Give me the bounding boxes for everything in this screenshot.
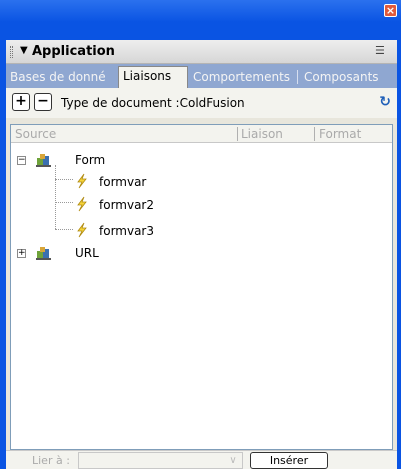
tree-node-formvar2[interactable]: formvar2 <box>99 196 154 214</box>
add-binding-button[interactable]: + <box>12 93 30 111</box>
bind-to-select[interactable]: ∨ <box>78 452 243 469</box>
collapse-form-toggle[interactable]: − <box>17 156 26 165</box>
column-separator[interactable] <box>314 127 315 141</box>
tab-liaisons[interactable]: Liaisons <box>118 66 188 88</box>
remove-binding-button[interactable]: − <box>34 93 52 111</box>
lightning-icon <box>77 173 87 189</box>
data-source-icon <box>36 154 51 167</box>
refresh-icon[interactable]: ↻ <box>379 94 391 110</box>
tab-separator <box>297 70 298 84</box>
column-format[interactable]: Format <box>319 126 361 142</box>
tree-node-form[interactable]: Form <box>75 151 105 169</box>
tree-node-formvar[interactable]: formvar <box>99 173 146 191</box>
tree-node-formvar3[interactable]: formvar3 <box>99 222 154 240</box>
close-button[interactable]: × <box>384 4 397 17</box>
tab-comportements[interactable]: Comportements <box>189 68 296 88</box>
window-titlebar[interactable]: × <box>0 0 401 22</box>
tree-line <box>55 202 73 203</box>
data-source-icon <box>36 247 51 260</box>
insert-button[interactable]: Insérer <box>250 452 328 469</box>
tree-node-url[interactable]: URL <box>75 244 99 262</box>
bindings-tree[interactable]: Source Liaison Format − Form formvar for… <box>10 124 393 450</box>
tree-line <box>55 229 73 230</box>
tab-composants[interactable]: Composants <box>300 68 390 88</box>
bind-to-label: Lier à : <box>32 454 70 467</box>
column-binding[interactable]: Liaison <box>241 126 283 142</box>
tab-bar: Bases de donné Liaisons Comportements Co… <box>6 64 397 88</box>
collapse-arrow-icon[interactable]: ▼ <box>20 45 28 56</box>
chevron-down-icon[interactable]: ∨ <box>226 454 240 467</box>
lightning-icon <box>77 196 87 212</box>
expand-url-toggle[interactable]: + <box>17 249 26 258</box>
column-source[interactable]: Source <box>15 126 56 142</box>
tree-line <box>55 179 73 180</box>
panel-window: × ▼ Application ☰ Bases de donné Liaison… <box>0 0 401 469</box>
column-separator[interactable] <box>237 127 238 141</box>
document-type-label: Type de document :ColdFusion <box>61 96 245 110</box>
panel-title[interactable]: Application <box>32 44 115 59</box>
bindings-toolbar: + − Type de document :ColdFusion ↻ <box>6 88 397 118</box>
tab-bases-de-donnees[interactable]: Bases de donné <box>6 68 117 88</box>
panel-options-icon[interactable]: ☰ <box>375 45 389 59</box>
panel-header[interactable]: ▼ Application ☰ <box>6 40 397 64</box>
column-header: Source Liaison Format <box>11 125 392 143</box>
bind-footer: Lier à : ∨ Insérer <box>6 450 397 469</box>
grip-handle-icon[interactable] <box>10 46 13 58</box>
tree-line <box>55 165 56 229</box>
lightning-icon <box>77 222 87 238</box>
